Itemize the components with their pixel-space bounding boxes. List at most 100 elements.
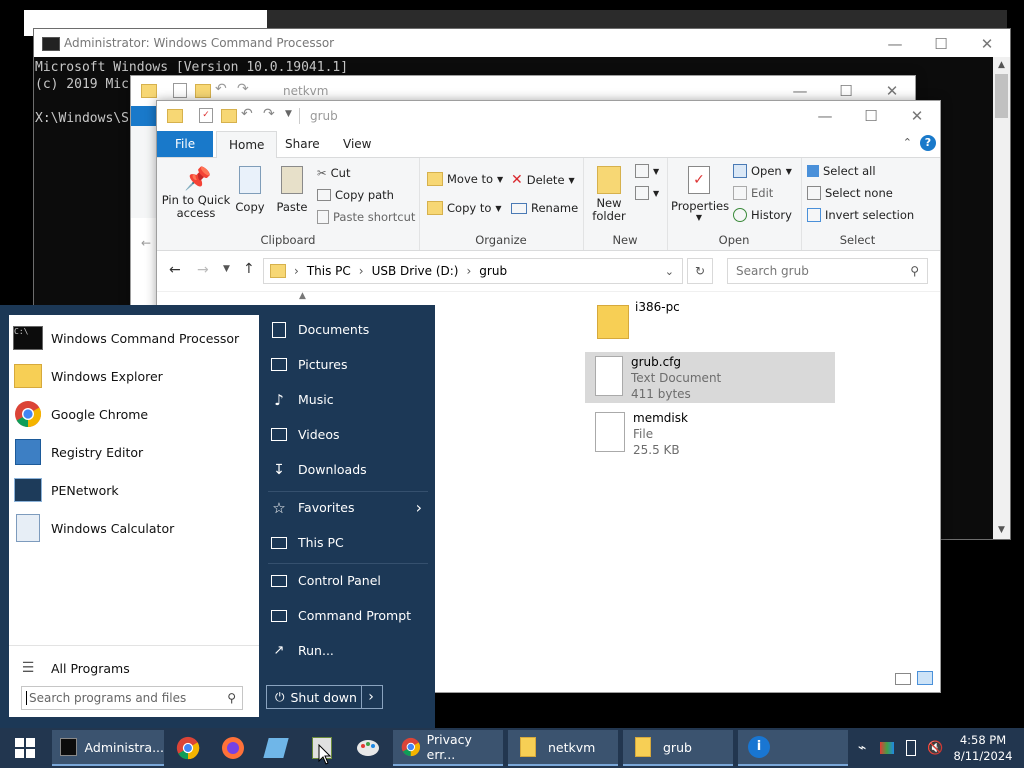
cmd-titlebar[interactable]: Administrator: Windows Command Processor… (34, 29, 1010, 57)
copy-button[interactable]: Copy (233, 166, 267, 214)
new-folder-button[interactable]: New folder (589, 166, 629, 223)
usb-tray-icon[interactable] (906, 730, 916, 766)
address-dropdown-icon[interactable]: ⌄ (665, 265, 674, 278)
address-bar[interactable]: › This PC › USB Drive (D:) › grub ⌄ (263, 258, 683, 284)
shutdown-options-button[interactable]: › (360, 685, 383, 709)
grub-titlebar[interactable]: ✓ ↶ ↷ ▼ grub — ☐ ✕ (157, 101, 940, 131)
back-arrow-icon[interactable]: ← (141, 236, 151, 250)
program-item[interactable]: Windows Explorer (9, 357, 259, 395)
taskbar-info-button[interactable]: i (738, 730, 848, 766)
program-label: PENetwork (51, 482, 119, 498)
minimize-button[interactable]: — (802, 101, 848, 131)
favorites-link[interactable]: ☆ Favorites › (268, 490, 428, 525)
cmd-scrollbar[interactable]: ▲ ▼ (993, 57, 1010, 539)
breadcrumb-grub[interactable]: grub (479, 264, 507, 278)
program-item[interactable]: PENetwork (9, 471, 259, 509)
copy-path-button[interactable]: Copy path (317, 188, 394, 202)
run-link[interactable]: ↗ Run... (268, 633, 428, 668)
time: 4:58 PM (959, 733, 1007, 747)
network-tray-icon[interactable]: ⌁ (858, 730, 866, 766)
history-button[interactable]: History (733, 208, 792, 222)
pictures-link[interactable]: Pictures (268, 347, 428, 382)
maximize-button[interactable]: ☐ (848, 101, 894, 131)
music-link[interactable]: ♪ Music (268, 382, 428, 417)
this-pc-link[interactable]: This PC (268, 525, 428, 560)
recent-locations-icon[interactable]: ▼ (223, 264, 230, 274)
all-programs-button[interactable]: ☰ All Programs (9, 649, 259, 687)
documents-link[interactable]: Documents (268, 312, 428, 347)
minimize-button[interactable]: — (872, 29, 918, 59)
open-button[interactable]: Open ▼ (733, 164, 792, 178)
taskbar-firefox-icon[interactable] (221, 730, 245, 766)
invert-selection-button[interactable]: Invert selection (807, 208, 914, 222)
forward-arrow-icon[interactable]: → (197, 262, 209, 278)
copy-to-button[interactable]: Copy to ▼ (427, 201, 502, 215)
help-icon[interactable]: ? (920, 135, 936, 151)
paste-shortcut-button[interactable]: Paste shortcut (317, 210, 415, 224)
taskbar-chrome-window-button[interactable]: Privacy err... (393, 730, 503, 766)
tab-file[interactable]: File (157, 131, 214, 157)
delete-button[interactable]: ✕ Delete ▼ (511, 172, 575, 188)
text-document-icon (595, 356, 623, 396)
paste-button[interactable]: Paste (275, 166, 309, 214)
taskbar-cmd-button[interactable]: Administra... (52, 730, 164, 766)
tab-view[interactable]: View (331, 131, 383, 157)
new-item-button[interactable]: ▼ (635, 164, 659, 178)
videos-link[interactable]: Videos (268, 417, 428, 452)
downloads-link[interactable]: ↧ Downloads (268, 452, 428, 487)
move-to-button[interactable]: Move to ▼ (427, 172, 503, 186)
scroll-down-icon[interactable]: ▼ (993, 522, 1010, 539)
taskbar-netkvm-button[interactable]: netkvm (508, 730, 618, 766)
program-item[interactable]: Google Chrome (9, 395, 259, 433)
rename-button[interactable]: Rename (511, 201, 578, 215)
select-none-button[interactable]: Select none (807, 186, 893, 200)
control-panel-link[interactable]: Control Panel (268, 563, 428, 598)
taskbar-chrome-icon[interactable] (176, 730, 200, 766)
redo-icon[interactable]: ↷ (263, 106, 275, 122)
nav-pane-scroll-up-icon[interactable]: ▲ (299, 291, 306, 301)
program-item[interactable]: Windows Calculator (9, 509, 259, 547)
start-button[interactable] (8, 730, 42, 766)
breadcrumb-this-pc[interactable]: This PC (307, 264, 351, 278)
display-tray-icon[interactable] (880, 730, 894, 766)
clock[interactable]: 4:58 PM 8/11/2024 (952, 730, 1014, 766)
start-search-input[interactable]: Search programs and files ⚲ (21, 686, 243, 710)
undo-icon[interactable]: ↶ (241, 106, 253, 122)
taskbar-app-icon[interactable] (263, 730, 289, 766)
volume-muted-icon[interactable]: 🔇 (927, 730, 943, 766)
back-arrow-icon[interactable]: ← (169, 262, 181, 278)
properties-button[interactable]: ✓ Properties ▼ (671, 166, 729, 222)
list-item-selected[interactable]: grub.cfg Text Document 411 bytes (585, 352, 835, 403)
tab-share[interactable]: Share (273, 131, 332, 157)
scroll-up-icon[interactable]: ▲ (993, 57, 1010, 74)
properties-icon[interactable]: ✓ (199, 108, 213, 123)
shutdown-button[interactable]: ⏻ Shut down (266, 685, 362, 709)
pin-to-quick-access-button[interactable]: 📌 Pin to Quick access (161, 166, 231, 220)
up-arrow-icon[interactable]: ↑ (243, 261, 255, 277)
program-item[interactable]: Registry Editor (9, 433, 259, 471)
new-folder-icon[interactable] (221, 109, 237, 123)
taskbar-label: Privacy err... (426, 732, 472, 762)
breadcrumb-usb-drive[interactable]: USB Drive (D:) (372, 264, 459, 278)
taskbar-grub-button[interactable]: grub (623, 730, 733, 766)
refresh-icon[interactable]: ↻ (687, 258, 713, 284)
details-view-icon[interactable] (895, 673, 911, 685)
list-item[interactable]: i386-pc (595, 299, 680, 339)
command-prompt-link[interactable]: Command Prompt (268, 598, 428, 633)
collapse-ribbon-icon[interactable]: ⌃ (903, 136, 912, 149)
maximize-button[interactable]: ☐ (918, 29, 964, 59)
scroll-thumb[interactable] (995, 74, 1008, 118)
tab-home[interactable]: Home (216, 131, 278, 158)
edit-button[interactable]: Edit (733, 186, 773, 200)
large-icons-view-icon[interactable] (917, 671, 933, 685)
close-button[interactable]: ✕ (964, 29, 1010, 59)
easy-access-button[interactable]: ▼ (635, 186, 659, 200)
search-input[interactable]: Search grub ⚲ (727, 258, 928, 284)
cut-button[interactable]: ✂ Cut (317, 166, 350, 180)
select-all-button[interactable]: Select all (807, 164, 876, 178)
close-button[interactable]: ✕ (894, 101, 940, 131)
qat-dropdown-icon[interactable]: ▼ (285, 109, 292, 119)
list-item[interactable]: memdisk File 25.5 KB (595, 410, 688, 458)
taskbar-paint-icon[interactable] (356, 730, 380, 766)
program-item[interactable]: C:\ Windows Command Processor (9, 319, 259, 357)
